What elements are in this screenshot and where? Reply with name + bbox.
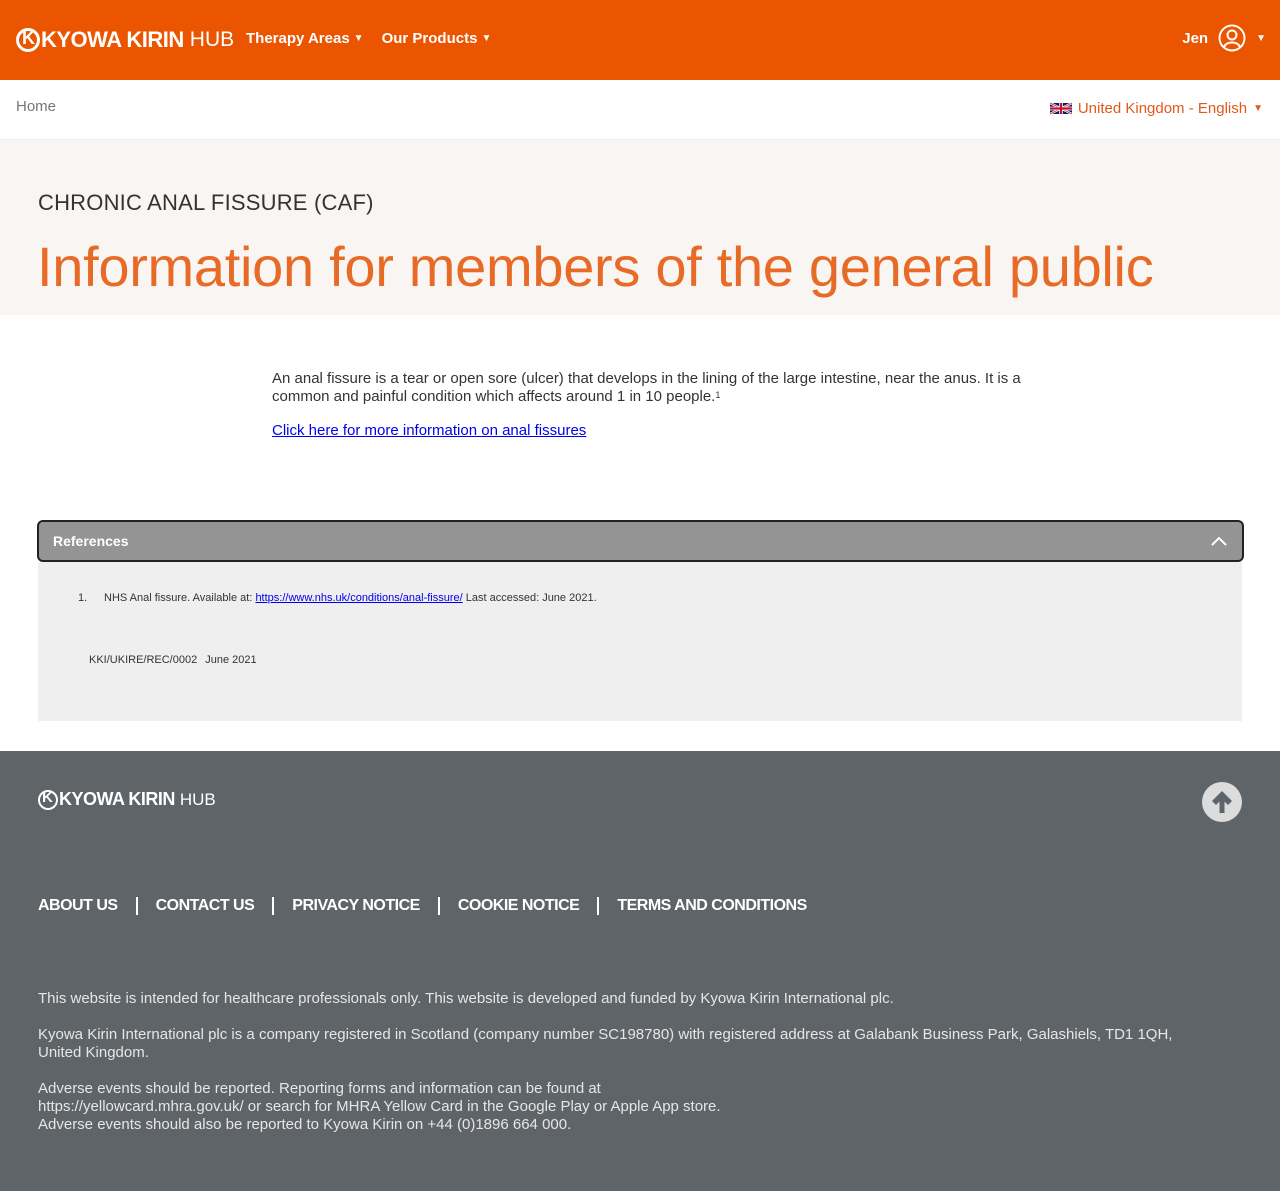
reference-item: 1. NHS Anal fissure. Available at: https:… [78,592,597,604]
nav-our-products[interactable]: Our Products ▼ [382,30,492,47]
sub-bar: Home United Kingdom - English ▼ [0,80,1280,140]
footer-link-contact-us[interactable]: CONTACT US [156,897,255,915]
job-code: KKI/UKIRE/REC/0002 June 2021 [89,654,265,666]
arrow-up-icon [1212,791,1232,813]
caret-down-icon: ▼ [1253,103,1263,114]
footer-link-about-us[interactable]: ABOUT US [38,897,118,915]
job-code-number: KKI/UKIRE/REC/0002 [89,654,198,666]
uk-flag-icon [1049,102,1072,115]
back-to-top-button[interactable] [1202,782,1242,822]
caret-down-icon: ▼ [1256,32,1266,44]
footer-link-terms[interactable]: TERMS AND CONDITIONS [617,897,807,915]
hero-banner: CHRONIC ANAL FISSURE (CAF) Information f… [0,140,1280,315]
reference-suffix: Last accessed: June 2021. [462,592,597,604]
user-name: Jen [1182,29,1209,47]
kyowa-kirin-logo-icon [38,789,58,810]
footer-logo-hub: HUB [179,789,216,809]
user-circle-icon [1218,24,1246,52]
footer-logo[interactable]: KYOWA KIRIN HUB [38,789,216,810]
locale-label: United Kingdom - English [1077,100,1248,117]
references-title: References [53,533,129,549]
reference-url-link[interactable]: https://www.nhs.uk/conditions/anal-fissu… [255,592,462,604]
adverse-events-line-1: Adverse events should be reported. Repor… [38,1080,601,1097]
footer-links: ABOUT US CONTACT US PRIVACY NOTICE COOKI… [38,897,807,915]
nav-our-products-label: Our Products [381,30,478,47]
intro-text: An anal fissure is a tear or open sore (… [272,370,1021,405]
reference-superscript: 1 [715,390,721,400]
main-nav: Therapy Areas ▼ Our Products ▼ [246,30,491,47]
job-code-date: June 2021 [205,654,257,666]
site-footer: KYOWA KIRIN HUB ABOUT US CONTACT US PRIV… [0,751,1280,1191]
kyowa-kirin-logo-icon [16,28,40,52]
footer-disclaimer: This website is intended for healthcare … [38,990,894,1007]
nav-therapy-areas-label: Therapy Areas [246,30,350,47]
caret-down-icon: ▼ [481,33,492,44]
footer-link-privacy-notice[interactable]: PRIVACY NOTICE [292,897,420,915]
breadcrumb-home[interactable]: Home [16,98,56,115]
reference-number: 1. [78,592,88,604]
caret-down-icon: ▼ [353,33,364,44]
locale-selector[interactable]: United Kingdom - English ▼ [1049,100,1263,117]
adverse-events-line-2: https://yellowcard.mhra.gov.uk/ or searc… [38,1098,721,1115]
user-menu[interactable]: Jen ▼ [1182,24,1266,52]
reference-prefix: NHS Anal fissure. Available at: [104,592,256,604]
footer-link-cookie-notice[interactable]: COOKIE NOTICE [458,897,580,915]
nav-therapy-areas[interactable]: Therapy Areas ▼ [246,30,364,47]
intro-paragraph: An anal fissure is a tear or open sore (… [272,370,1032,406]
footer-logo-brand: KYOWA KIRIN [59,789,175,809]
references-panel: 1. NHS Anal fissure. Available at: https:… [38,562,1242,721]
logo-hub-text: HUB [189,28,235,51]
adverse-events-line-3: Adverse events should also be reported t… [38,1116,572,1133]
site-logo[interactable]: KYOWA KIRIN HUB [16,25,234,55]
breadcrumb[interactable]: Home [16,98,56,115]
references-accordion-header[interactable]: References [37,520,1244,562]
main-content: An anal fissure is a tear or open sore (… [272,370,1032,440]
footer-adverse-events: Adverse events should be reported. Repor… [38,1080,1218,1134]
hero-kicker: CHRONIC ANAL FISSURE (CAF) [38,190,374,215]
footer-link-divider [597,897,600,915]
page-title: Information for members of the general p… [37,235,1154,298]
site-header: KYOWA KIRIN HUB Therapy Areas ▼ Our Prod… [0,0,1280,80]
footer-link-divider [437,897,440,915]
footer-link-divider [272,897,275,915]
footer-link-divider [135,897,138,915]
more-info-link[interactable]: Click here for more information on anal … [272,422,586,440]
chevron-up-icon[interactable] [1210,535,1228,547]
logo-brand-text: KYOWA KIRIN [41,27,184,52]
footer-company-info: Kyowa Kirin International plc is a compa… [38,1026,1173,1061]
